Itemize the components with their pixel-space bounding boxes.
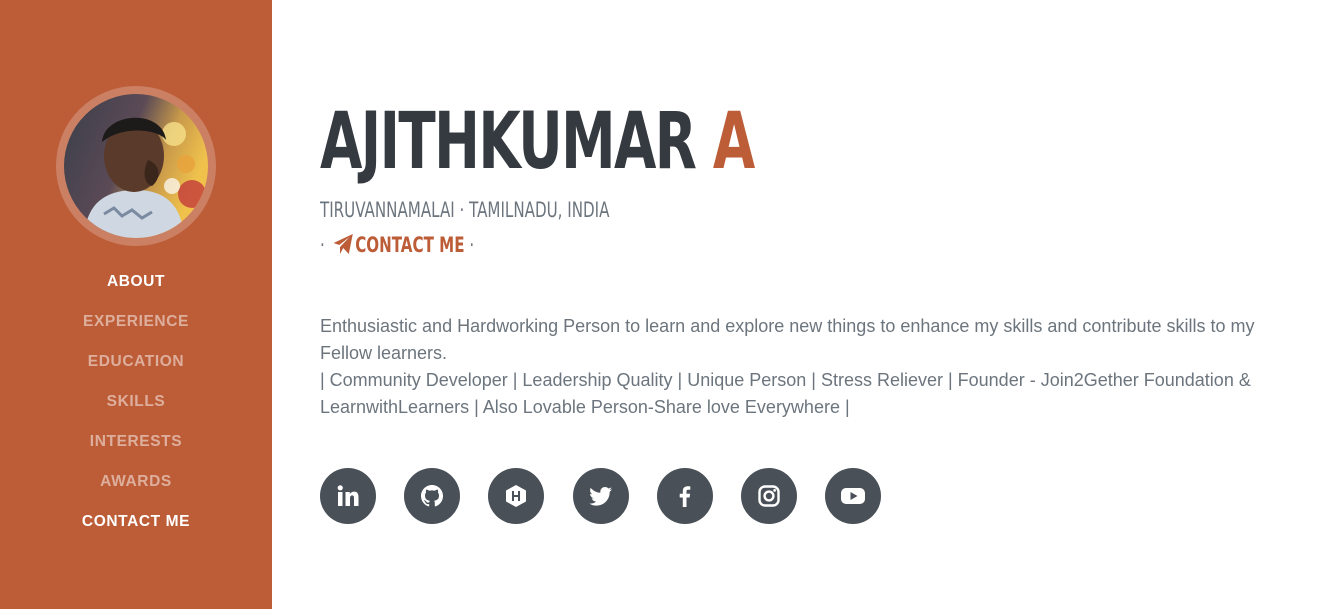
facebook-icon [679,486,691,507]
social-icons [320,468,920,524]
nav-item-about[interactable]: ABOUT [0,262,272,302]
contact-me-link[interactable]: CONTACT ME [330,233,465,257]
nav-item-education[interactable]: EDUCATION [0,342,272,382]
bio-line-2: | Community Developer | Leadership Quali… [320,370,1251,417]
bio-line-1: Enthusiastic and Hardworking Person to l… [320,316,1255,363]
sidebar: ABOUT EXPERIENCE EDUCATION SKILLS INTERE… [0,0,272,609]
nav-item-contact-me[interactable]: CONTACT ME [0,502,272,542]
github-icon [421,485,443,507]
nav-item-interests[interactable]: INTERESTS [0,422,272,462]
linkedin-icon [337,485,359,506]
instagram-icon [758,485,780,507]
twitter-icon [589,487,612,506]
profile-photo [64,94,208,238]
facebook-button[interactable] [657,468,713,524]
contact-prefix: · [320,233,325,257]
linkedin-button[interactable] [320,468,376,524]
sidebar-nav: ABOUT EXPERIENCE EDUCATION SKILLS INTERE… [0,262,272,542]
first-name: AJITHKUMAR [320,97,697,187]
hashnode-icon [506,485,526,507]
contact-suffix: · [469,233,475,257]
youtube-button[interactable] [825,468,881,524]
paper-plane-icon [333,234,353,254]
contact-me-label: CONTACT ME [355,233,465,257]
twitter-button[interactable] [573,468,629,524]
github-button[interactable] [404,468,460,524]
bio: Enthusiastic and Hardworking Person to l… [320,313,1305,421]
youtube-icon [841,488,865,504]
location-text: TIRUVANNAMALAI · TAMILNADU, INDIA [320,198,610,222]
page-title: AJITHKUMAR A [320,92,755,192]
nav-item-skills[interactable]: SKILLS [0,382,272,422]
contact-line: · CONTACT ME · [320,230,474,260]
profile-avatar[interactable] [56,86,216,246]
instagram-button[interactable] [741,468,797,524]
nav-item-awards[interactable]: AWARDS [0,462,272,502]
nav-item-experience[interactable]: EXPERIENCE [0,302,272,342]
hashnode-button[interactable] [488,468,544,524]
last-name: A [712,97,755,187]
